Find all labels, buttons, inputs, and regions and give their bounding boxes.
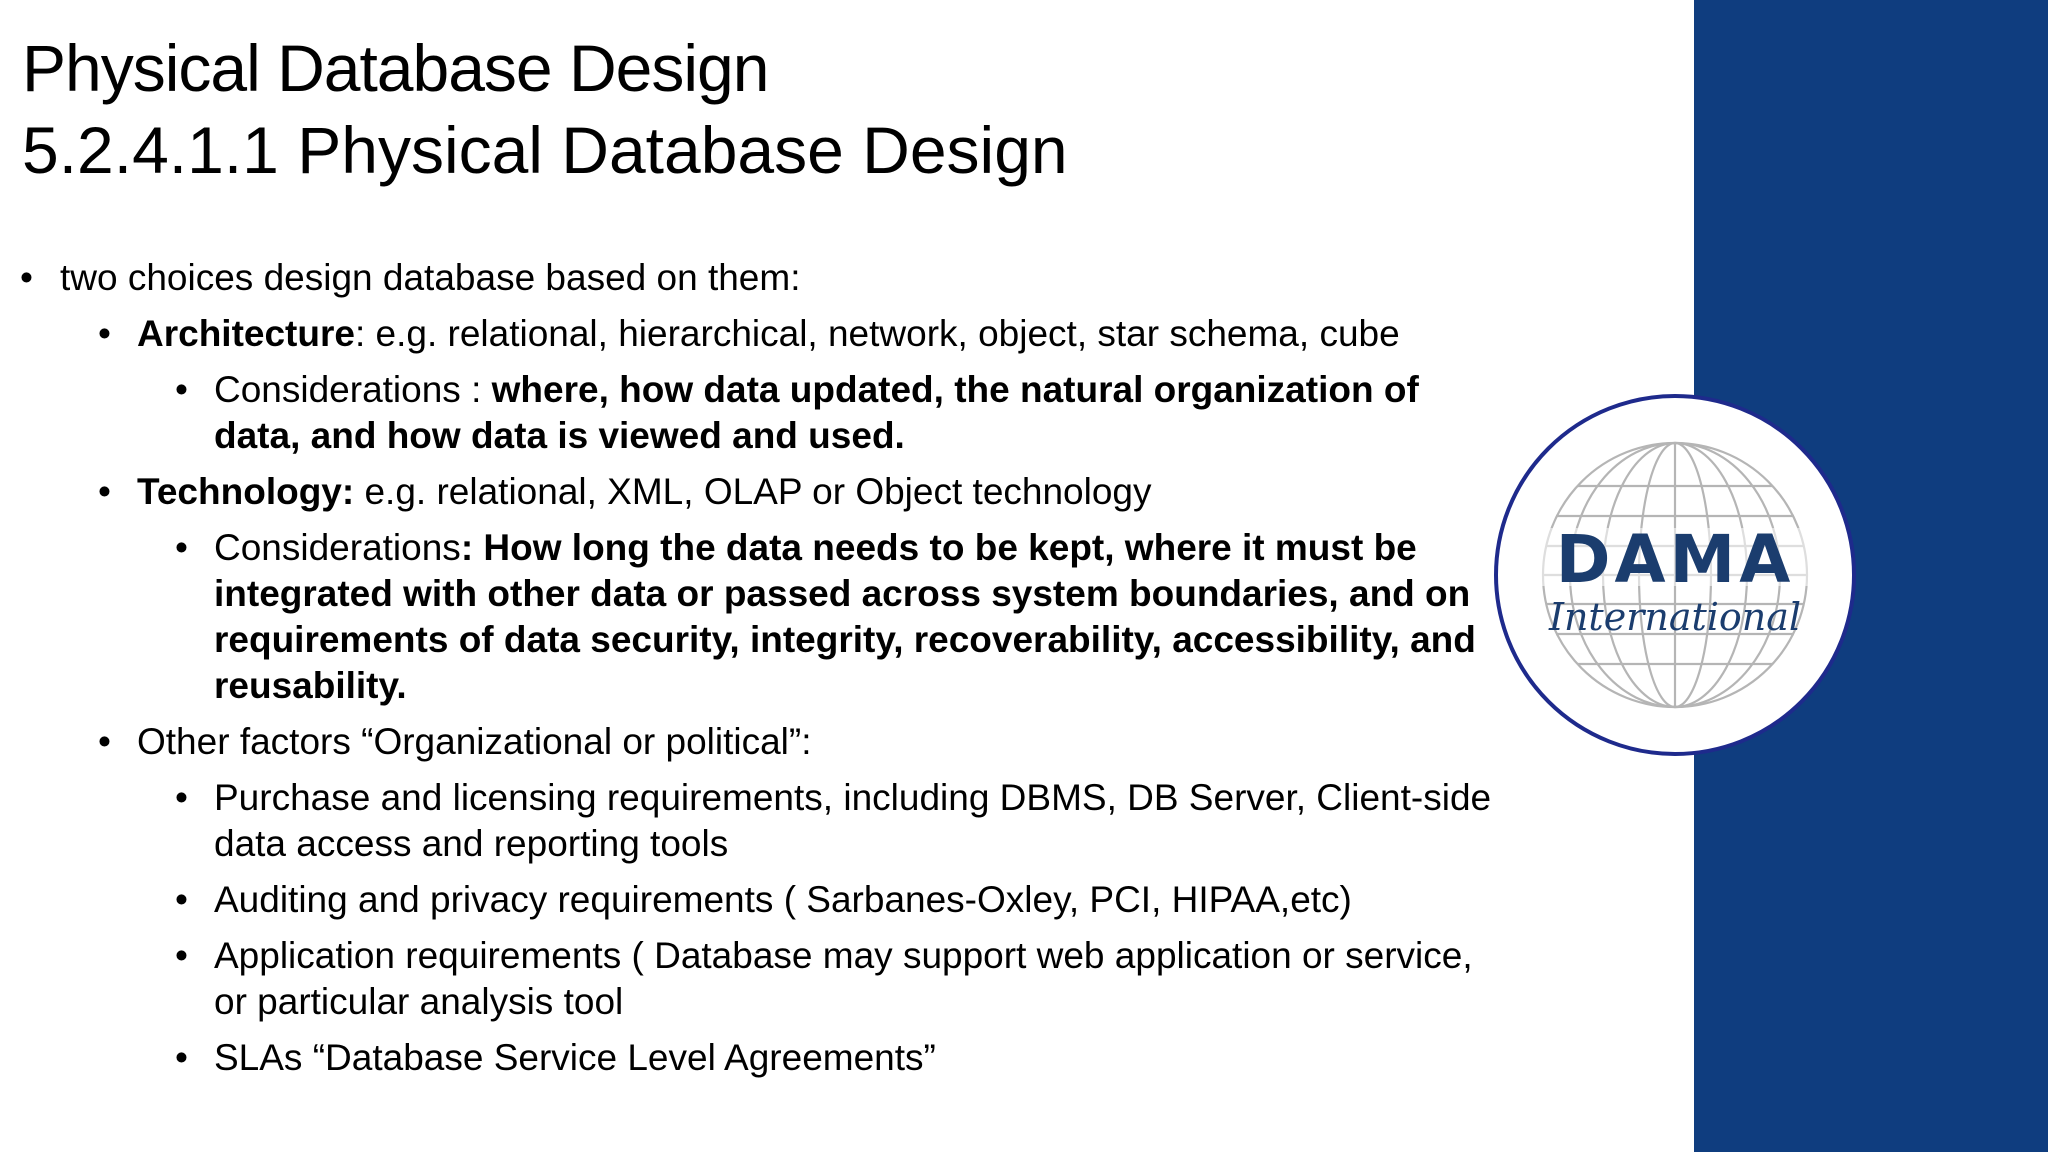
logo-name: DAMA <box>1556 521 1795 598</box>
globe-logo-icon: DAMA International <box>1510 441 1840 709</box>
bullet-dot: • <box>175 935 188 976</box>
bullet-technology: • Technology: e.g. relational, XML, OLAP… <box>20 469 1500 515</box>
logo-subtitle: International <box>1548 595 1801 639</box>
bullet-dot: • <box>98 721 111 762</box>
architecture-consideration-prefix: Considerations : <box>214 369 492 410</box>
bullet-intro: • two choices design database based on t… <box>20 255 1500 301</box>
architecture-label: Architecture <box>137 313 355 354</box>
slide-subtitle: 5.2.4.1.1 Physical Database Design <box>22 113 1068 187</box>
other-factor-text: Application requirements ( Database may … <box>214 935 1473 1022</box>
other-factor-text: Purchase and licensing requirements, inc… <box>214 777 1492 864</box>
bullet-dot: • <box>98 313 111 354</box>
bullet-application-requirements: • Application requirements ( Database ma… <box>20 933 1500 1025</box>
bullet-list: • two choices design database based on t… <box>20 255 1500 1091</box>
slide: Physical Database Design 5.2.4.1.1 Physi… <box>0 0 2048 1152</box>
architecture-text: : e.g. relational, hierarchical, network… <box>354 313 1400 354</box>
bullet-dot: • <box>20 257 33 298</box>
bullet-dot: • <box>175 527 188 568</box>
bullet-dot: • <box>175 777 188 818</box>
bullet-intro-text: two choices design database based on the… <box>60 257 801 298</box>
bullet-architecture: • Architecture: e.g. relational, hierarc… <box>20 311 1500 357</box>
technology-text: e.g. relational, XML, OLAP or Object tec… <box>354 471 1152 512</box>
other-factor-text: Auditing and privacy requirements ( Sarb… <box>214 879 1352 920</box>
technology-label: Technology: <box>137 471 355 512</box>
bullet-dot: • <box>175 369 188 410</box>
slide-title: Physical Database Design <box>22 31 769 105</box>
bullet-dot: • <box>175 879 188 920</box>
bullet-purchase-licensing: • Purchase and licensing requirements, i… <box>20 775 1500 867</box>
dama-international-logo: DAMA International <box>1494 394 1856 756</box>
other-factor-text: SLAs “Database Service Level Agreements” <box>214 1037 936 1078</box>
bullet-dot: • <box>175 1037 188 1078</box>
other-factors-label: Other factors “Organizational or politic… <box>137 721 812 762</box>
bullet-dot: • <box>98 471 111 512</box>
bullet-other-factors: • Other factors “Organizational or polit… <box>20 719 1500 765</box>
title-block: Physical Database Design 5.2.4.1.1 Physi… <box>22 28 1422 192</box>
bullet-technology-considerations: • Considerations: How long the data need… <box>20 525 1500 709</box>
bullet-auditing-privacy: • Auditing and privacy requirements ( Sa… <box>20 877 1500 923</box>
technology-consideration-prefix: Considerations <box>214 527 461 568</box>
bullet-slas: • SLAs “Database Service Level Agreement… <box>20 1035 1500 1081</box>
bullet-architecture-considerations: • Considerations : where, how data updat… <box>20 367 1500 459</box>
